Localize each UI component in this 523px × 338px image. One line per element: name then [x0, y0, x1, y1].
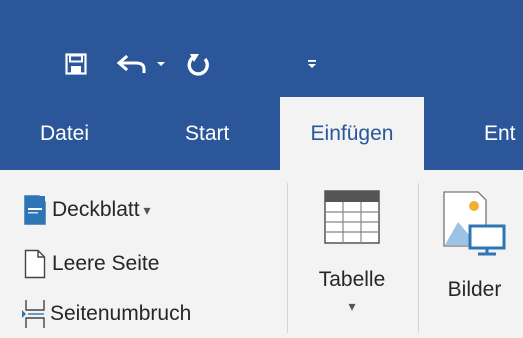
undo-arrow-icon [116, 54, 146, 73]
tab-label: Datei [40, 121, 90, 145]
page-break-button[interactable]: Seitenumbruch [22, 296, 191, 332]
tab-file[interactable]: Datei [40, 97, 120, 170]
cover-page-icon [24, 195, 46, 225]
customize-qat-icon [308, 60, 316, 68]
cover-page-button[interactable]: Deckblatt ▾ [24, 192, 151, 228]
page-break-label: Seitenumbruch [50, 302, 192, 325]
undo-dropdown-button[interactable] [152, 47, 170, 81]
undo-button[interactable] [112, 47, 152, 81]
tab-label: Ent [484, 121, 516, 145]
table-grid-icon [324, 190, 380, 244]
save-button[interactable] [58, 47, 94, 81]
tab-design-truncated[interactable]: Ent [484, 97, 523, 170]
table-label: Tabelle [318, 268, 386, 291]
redo-button[interactable] [180, 47, 216, 81]
chevron-down-icon [157, 62, 165, 66]
tab-home[interactable]: Start [185, 97, 255, 170]
pictures-button[interactable]: Bilder [426, 190, 523, 302]
pictures-label: Bilder [447, 278, 502, 301]
table-button[interactable]: Tabelle ▾ [296, 190, 408, 315]
chevron-down-icon: ▾ [143, 201, 151, 218]
group-separator [418, 183, 419, 333]
page-break-icon [22, 300, 45, 328]
cover-page-label: Deckblatt [52, 198, 140, 221]
tab-label: Einfügen [310, 121, 394, 145]
redo-circular-arrow-icon [187, 54, 209, 76]
blank-page-icon [24, 249, 46, 279]
blank-page-label: Leere Seite [52, 252, 160, 275]
tab-label: Start [185, 121, 230, 145]
tab-insert[interactable]: Einfügen [280, 97, 424, 170]
floppy-disk-icon [65, 53, 87, 75]
chevron-down-icon: ▾ [348, 298, 356, 314]
customize-qat-button[interactable] [300, 47, 324, 81]
group-separator [287, 183, 288, 333]
blank-page-button[interactable]: Leere Seite [24, 246, 159, 282]
pictures-icon [442, 191, 505, 256]
